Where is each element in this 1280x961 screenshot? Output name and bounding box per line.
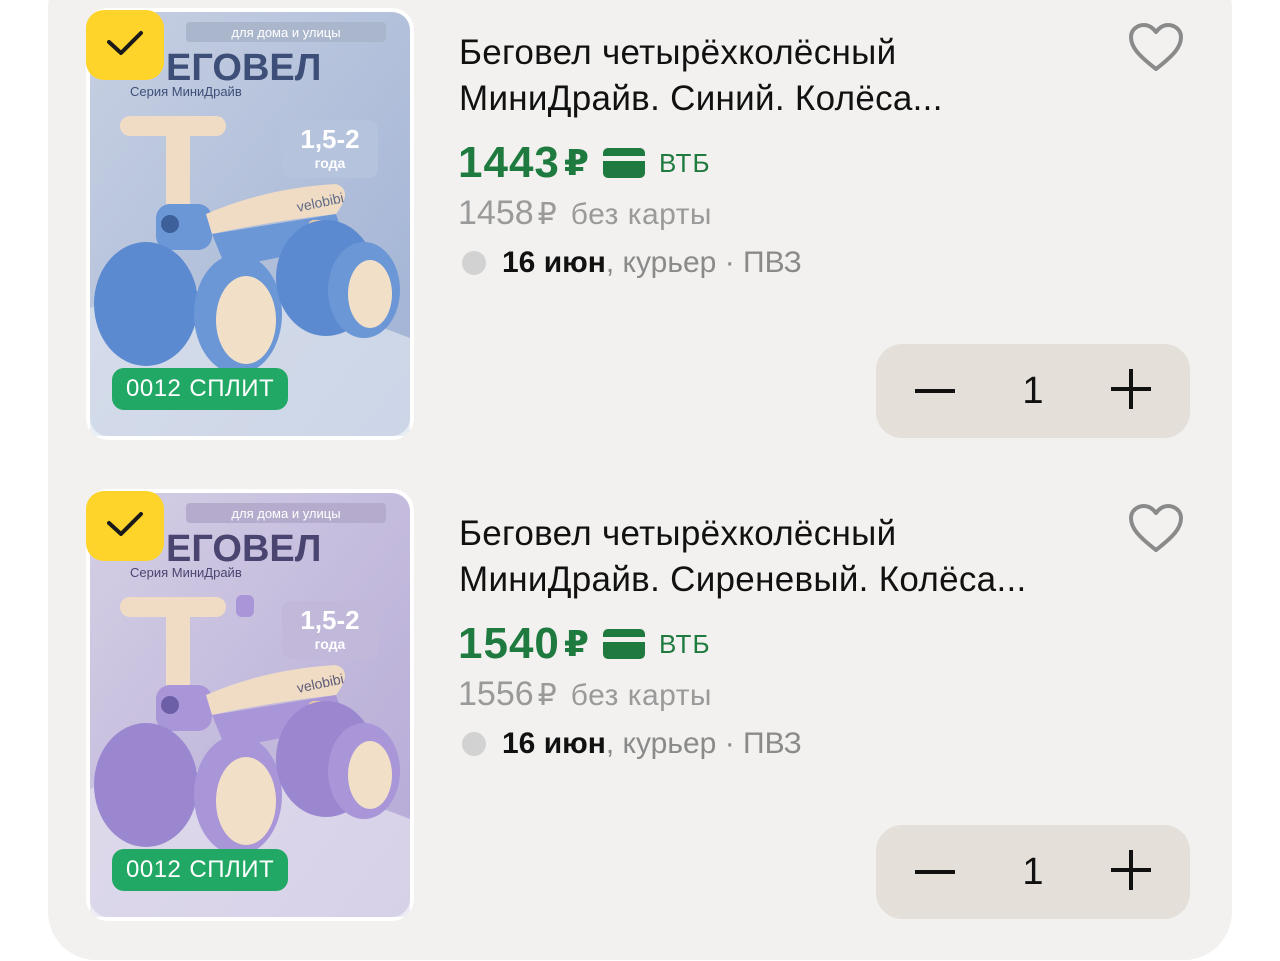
product-title-line1: Беговел четырёхколёсный <box>459 33 897 72</box>
delivery-date: 16 июн <box>502 727 606 760</box>
image-age: 1,5-2 <box>300 124 359 154</box>
select-checkbox[interactable] <box>86 10 164 80</box>
image-brand-word: ЕГОВЕЛ <box>166 528 321 570</box>
product-title-line1: Беговел четырёхколёсный <box>459 514 897 553</box>
cart-item: для дома и улицы ЕГОВЕЛ Серия МиниДрайв … <box>0 0 1280 440</box>
quantity-stepper: 1 <box>876 825 1190 919</box>
old-price-currency: ₽ <box>537 198 557 231</box>
image-banner-text: для дома и улицы <box>231 25 340 40</box>
split-label: СПЛИТ <box>189 856 275 883</box>
split-badge: 0012 СПЛИТ <box>112 849 289 891</box>
product-title[interactable]: Беговел четырёхколёсный МиниДрайв. Синий… <box>459 30 1099 122</box>
price-without-card: 1458 ₽ без карты <box>458 194 712 233</box>
without-card-label: без карты <box>570 679 712 712</box>
bank-name: ВТБ <box>658 628 711 659</box>
decrease-button[interactable] <box>890 825 980 919</box>
product-title-line2: МиниДрайв. Сиреневый. Колёса... <box>459 560 1027 599</box>
split-label: СПЛИТ <box>189 375 275 402</box>
bank-card-icon <box>602 148 645 178</box>
cart-item: для дома и улицы ЕГОВЕЛ Серия МиниДрайв … <box>0 481 1280 921</box>
checkmark-icon <box>103 26 147 65</box>
delivery-dot-icon <box>462 251 486 275</box>
quantity-value: 1 <box>1022 369 1044 412</box>
image-brand-word: ЕГОВЕЛ <box>166 47 321 89</box>
card-price: 1443 ₽ ВТБ <box>458 138 711 188</box>
product-title-line2: МиниДрайв. Синий. Колёса... <box>459 79 943 118</box>
checkmark-icon <box>103 507 147 546</box>
price-currency: ₽ <box>563 142 589 183</box>
plus-icon <box>1111 368 1151 414</box>
card-price: 1540 ₽ ВТБ <box>458 619 711 669</box>
price-value: 1540 <box>458 619 560 668</box>
split-badge: 0012 СПЛИТ <box>112 368 289 410</box>
image-age-unit: года <box>315 636 346 652</box>
delivery-info: 16 июн , курьер · ПВЗ <box>462 246 802 280</box>
delivery-date: 16 июн <box>502 246 606 279</box>
split-number: 0012 <box>126 856 182 883</box>
without-card-label: без карты <box>570 198 712 231</box>
old-price-value: 1556 <box>458 675 534 713</box>
plus-icon <box>1111 849 1151 895</box>
bank-name: ВТБ <box>658 147 711 178</box>
favorite-button[interactable] <box>1126 22 1186 78</box>
minus-icon <box>915 863 955 881</box>
old-price-currency: ₽ <box>537 679 557 712</box>
delivery-method: , курьер · ПВЗ <box>605 727 802 760</box>
price-value: 1443 <box>458 138 560 187</box>
image-banner-text: для дома и улицы <box>231 506 340 521</box>
image-series: Серия МиниДрайв <box>130 565 242 580</box>
price-currency: ₽ <box>563 623 589 664</box>
delivery-method: , курьер · ПВЗ <box>605 246 802 279</box>
select-checkbox[interactable] <box>86 491 164 561</box>
heart-outline-icon <box>1128 503 1184 559</box>
old-price-value: 1458 <box>458 194 534 232</box>
favorite-button[interactable] <box>1126 503 1186 559</box>
delivery-dot-icon <box>462 732 486 756</box>
image-series: Серия МиниДрайв <box>130 84 242 99</box>
heart-outline-icon <box>1128 22 1184 78</box>
minus-icon <box>915 382 955 400</box>
image-age-unit: года <box>315 155 346 171</box>
delivery-info: 16 июн , курьер · ПВЗ <box>462 727 802 761</box>
price-without-card: 1556 ₽ без карты <box>458 675 712 714</box>
increase-button[interactable] <box>1086 344 1176 438</box>
image-age: 1,5-2 <box>300 605 359 635</box>
increase-button[interactable] <box>1086 825 1176 919</box>
decrease-button[interactable] <box>890 344 980 438</box>
quantity-stepper: 1 <box>876 344 1190 438</box>
split-number: 0012 <box>126 375 182 402</box>
quantity-value: 1 <box>1022 850 1044 893</box>
bank-card-icon <box>602 629 645 659</box>
product-title[interactable]: Беговел четырёхколёсный МиниДрайв. Сирен… <box>459 511 1099 603</box>
